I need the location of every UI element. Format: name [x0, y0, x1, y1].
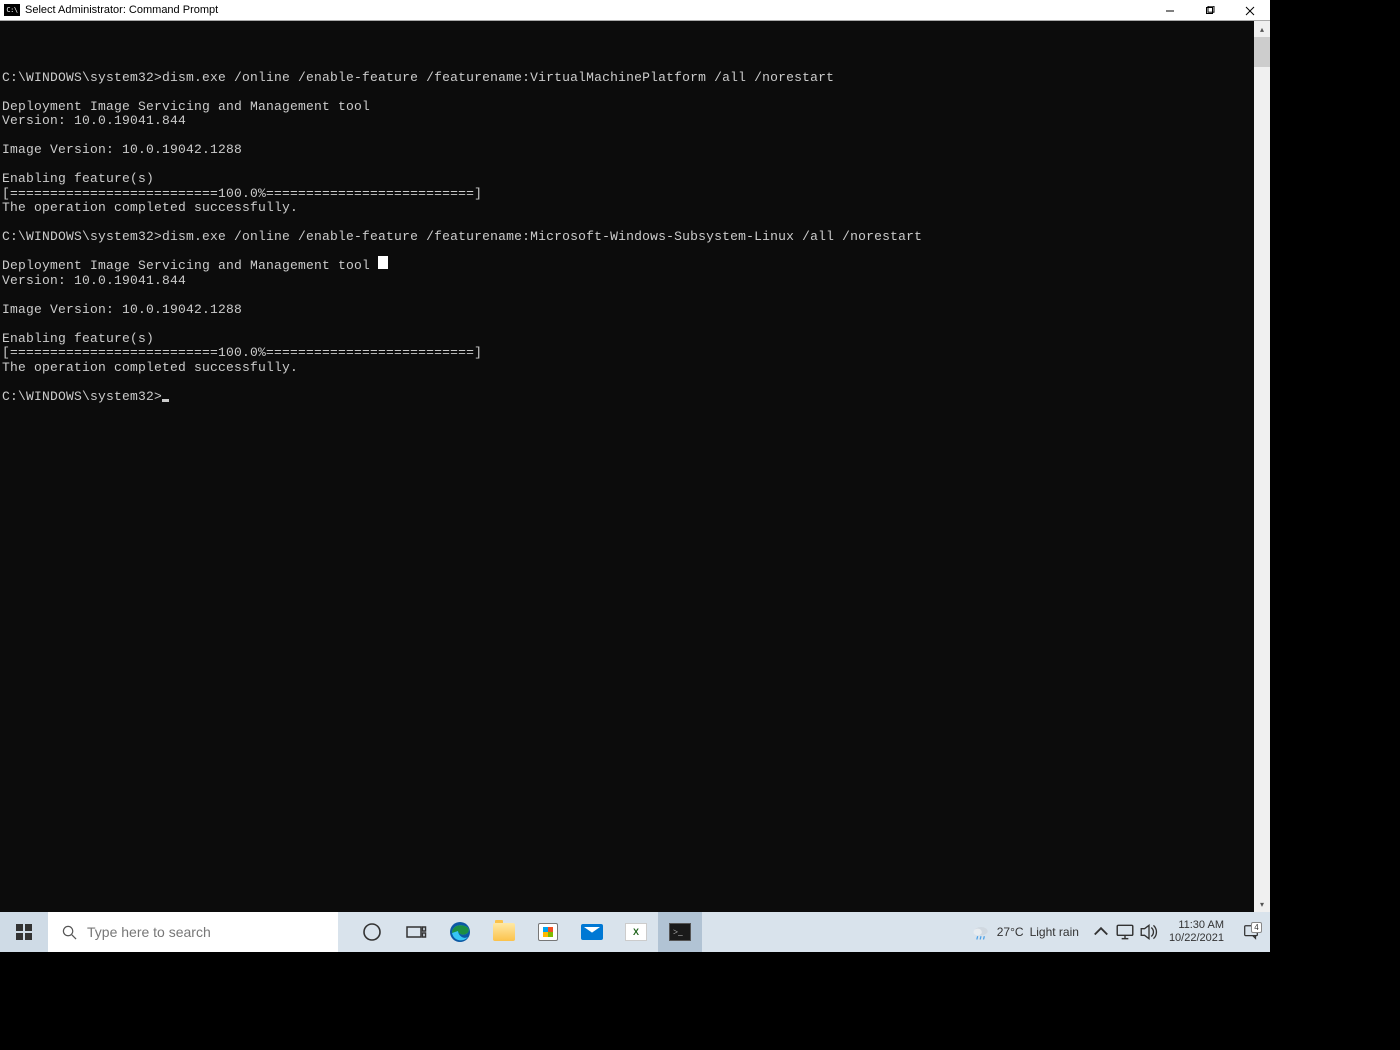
speaker-icon — [1139, 922, 1159, 942]
search-icon — [62, 925, 77, 940]
selection-block — [378, 256, 388, 269]
terminal-line: Deployment Image Servicing and Managemen… — [2, 259, 1254, 274]
excel-app[interactable]: X — [614, 912, 658, 952]
terminal-line: C:\WINDOWS\system32>dism.exe /online /en… — [2, 71, 1254, 86]
terminal-line: The operation completed successfully. — [2, 201, 1254, 216]
terminal-line — [2, 288, 1254, 303]
cmd-window-icon: C:\ — [4, 4, 20, 16]
terminal-line — [2, 85, 1254, 100]
clock-date: 10/22/2021 — [1169, 932, 1224, 945]
chevron-up-icon — [1091, 922, 1111, 942]
terminal-line — [2, 129, 1254, 144]
vertical-scrollbar[interactable]: ▴ ▾ — [1254, 21, 1270, 912]
mail-icon — [581, 924, 603, 940]
terminal-line: The operation completed successfully. — [2, 361, 1254, 376]
task-view-button[interactable] — [394, 912, 438, 952]
terminal-line: [==========================100.0%=======… — [2, 187, 1254, 202]
taskbar-apps: X >_ — [350, 912, 702, 952]
clock-time: 11:30 AM — [1169, 919, 1224, 932]
terminal-line — [2, 245, 1254, 260]
taskbar-clock[interactable]: 11:30 AM 10/22/2021 — [1163, 919, 1230, 945]
window-title: Select Administrator: Command Prompt — [25, 4, 1150, 16]
terminal-cursor — [162, 399, 169, 402]
scroll-up-button[interactable]: ▴ — [1254, 21, 1270, 37]
microsoft-store[interactable] — [526, 912, 570, 952]
weather-temp: 27°C — [997, 925, 1024, 939]
weather-icon — [971, 922, 991, 942]
terminal-line — [2, 317, 1254, 332]
terminal-line — [2, 158, 1254, 173]
windows-taskbar: Type here to search — [0, 912, 1270, 952]
weather-widget[interactable]: 27°C Light rain — [971, 922, 1079, 942]
terminal-line — [2, 216, 1254, 231]
terminal-line: Enabling feature(s) — [2, 172, 1254, 187]
close-button[interactable] — [1230, 0, 1270, 21]
terminal-output[interactable]: C:\WINDOWS\system32>dism.exe /online /en… — [0, 21, 1254, 912]
cortana-icon — [360, 920, 384, 944]
terminal-line: [==========================100.0%=======… — [2, 346, 1254, 361]
terminal-line: Version: 10.0.19041.844 — [2, 114, 1254, 129]
edge-browser[interactable] — [438, 912, 482, 952]
scroll-down-button[interactable]: ▾ — [1254, 896, 1270, 912]
start-button[interactable] — [0, 912, 48, 952]
tray-volume[interactable] — [1139, 922, 1159, 942]
terminal-line: C:\WINDOWS\system32>dism.exe /online /en… — [2, 230, 1254, 245]
terminal-line — [2, 375, 1254, 390]
maximize-button[interactable] — [1190, 0, 1230, 21]
terminal-line: Image Version: 10.0.19042.1288 — [2, 143, 1254, 158]
terminal-line: C:\WINDOWS\system32> — [2, 390, 1254, 405]
edge-icon — [448, 920, 472, 944]
taskbar-search[interactable]: Type here to search — [48, 912, 338, 952]
tray-onedrive[interactable] — [1115, 922, 1135, 942]
scrollbar-thumb[interactable] — [1254, 37, 1270, 67]
weather-desc: Light rain — [1030, 925, 1079, 939]
terminal-line: Image Version: 10.0.19042.1288 — [2, 303, 1254, 318]
monitor-icon — [1115, 922, 1135, 942]
search-placeholder: Type here to search — [87, 924, 211, 940]
terminal-line: Deployment Image Servicing and Managemen… — [2, 100, 1254, 115]
minimize-button[interactable] — [1150, 0, 1190, 21]
cmd-icon: >_ — [669, 923, 691, 941]
windows-logo-icon — [16, 924, 32, 940]
file-explorer[interactable] — [482, 912, 526, 952]
tray-overflow[interactable] — [1091, 922, 1111, 942]
terminal-line: Enabling feature(s) — [2, 332, 1254, 347]
command-prompt-app[interactable]: >_ — [658, 912, 702, 952]
window-titlebar[interactable]: C:\ Select Administrator: Command Prompt — [0, 0, 1270, 21]
task-view-icon — [404, 920, 428, 944]
store-icon — [538, 923, 558, 941]
mail-app[interactable] — [570, 912, 614, 952]
window-controls — [1150, 0, 1270, 20]
folder-icon — [493, 923, 515, 941]
action-center-button[interactable]: 4 — [1234, 923, 1268, 941]
excel-icon: X — [625, 923, 647, 941]
cortana-button[interactable] — [350, 912, 394, 952]
system-tray: 27°C Light rain 11:30 AM 10/22/2021 4 — [971, 912, 1270, 952]
terminal-line: Version: 10.0.19041.844 — [2, 274, 1254, 289]
notification-count: 4 — [1251, 922, 1262, 933]
